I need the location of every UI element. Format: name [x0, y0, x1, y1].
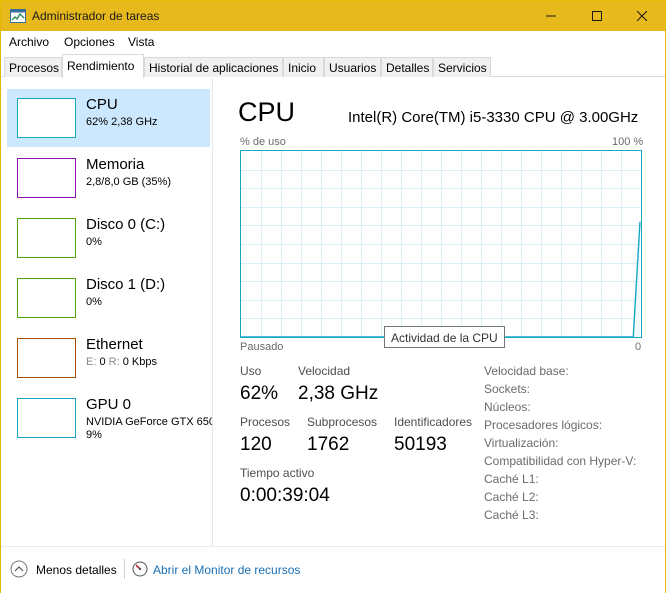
resource-monitor-icon: [132, 561, 148, 577]
menu-archivo[interactable]: Archivo: [9, 35, 49, 49]
menu-opciones[interactable]: Opciones: [64, 35, 115, 49]
resource-list: CPU 62% 2,38 GHz Memoria 2,8/8,0 GB (35%…: [1, 78, 213, 546]
divider: [124, 559, 125, 579]
stat-uso-label: Uso: [240, 364, 262, 378]
sidebar-item-value: 0%: [86, 296, 102, 308]
spec-cache-l2: Caché L2:: [484, 490, 539, 504]
sidebar-item-value: 2,8/8,0 GB (35%): [86, 176, 171, 188]
cpu-model: Intel(R) Core(TM) i5-3330 CPU @ 3.00GHz: [348, 109, 639, 126]
tab-servicios[interactable]: Servicios: [433, 57, 491, 77]
window-title: Administrador de tareas: [32, 9, 160, 23]
stat-procesos-label: Procesos: [240, 415, 291, 429]
stat-uso-value: 62%: [240, 383, 279, 404]
resource-monitor-label: Abrir el Monitor de recursos: [153, 563, 301, 577]
chevron-up-icon: [10, 560, 28, 578]
sidebar-item-disco-1[interactable]: Disco 1 (D:) 0%: [7, 269, 210, 327]
ethernet-thumbnail: [17, 338, 76, 378]
sidebar-item-label: Disco 0 (C:): [86, 216, 166, 233]
sidebar-item-cpu[interactable]: CPU 62% 2,38 GHz: [7, 89, 210, 147]
spec-cache-l1: Caché L1:: [484, 472, 539, 486]
resource-monitor-link[interactable]: Abrir el Monitor de recursos: [132, 559, 312, 581]
usage-line: [241, 221, 641, 338]
minimize-button[interactable]: [528, 1, 574, 31]
maximize-button[interactable]: [574, 1, 620, 31]
ethernet-send-label: E:: [86, 356, 97, 368]
sidebar-item-gpu-0[interactable]: GPU 0 NVIDIA GeForce GTX 650 9%: [7, 389, 213, 447]
task-manager-icon: [10, 9, 26, 23]
menu-vista[interactable]: Vista: [128, 35, 154, 49]
footer-bar: Menos detalles Abrir el Monitor de recur…: [1, 546, 665, 593]
stat-subprocesos-value: 1762: [307, 434, 350, 455]
sidebar-item-label: CPU: [86, 96, 118, 113]
fewer-details-button[interactable]: Menos detalles: [10, 559, 120, 581]
tab-historial[interactable]: Historial de aplicaciones: [144, 57, 283, 77]
sidebar-item-value: E: 0 R: 0 Kbps: [86, 356, 157, 368]
spec-nucleos: Núcleos:: [484, 400, 531, 414]
sidebar-item-memoria[interactable]: Memoria 2,8/8,0 GB (35%): [7, 149, 210, 207]
sidebar-item-value: NVIDIA GeForce GTX 650: [86, 416, 213, 428]
spec-procesadores-logicos: Procesadores lógicos:: [484, 418, 603, 432]
spec-sockets: Sockets:: [484, 382, 531, 396]
tab-strip: Procesos Rendimiento Historial de aplica…: [1, 53, 665, 78]
tab-rendimiento[interactable]: Rendimiento: [62, 54, 144, 78]
sidebar-item-label: Ethernet: [86, 336, 143, 353]
stat-subprocesos-label: Subprocesos: [307, 415, 378, 429]
tab-detalles[interactable]: Detalles: [381, 57, 433, 77]
disk1-thumbnail: [17, 278, 76, 318]
cpu-usage-plot: [241, 151, 641, 338]
ethernet-send-value: 0: [99, 356, 106, 368]
cpu-usage-graph[interactable]: [240, 150, 642, 338]
cpu-thumbnail: [17, 98, 76, 138]
spec-virtualizacion: Virtualización:: [484, 436, 559, 450]
maximize-icon: [592, 11, 602, 21]
graph-bottom-right: 0: [635, 341, 642, 353]
spec-velocidad-base: Velocidad base:: [484, 364, 569, 378]
disk0-thumbnail: [17, 218, 76, 258]
sidebar-item-disco-0[interactable]: Disco 0 (C:) 0%: [7, 209, 210, 267]
memory-thumbnail: [17, 158, 76, 198]
sidebar-item-label: Memoria: [86, 156, 145, 173]
menu-bar: Archivo Opciones Vista: [1, 31, 665, 53]
ethernet-recv-label: R:: [108, 356, 120, 368]
stat-identificadores-label: Identificadores: [394, 415, 473, 429]
tab-usuarios[interactable]: Usuarios: [324, 57, 381, 77]
graph-label-left: % de uso: [240, 136, 286, 148]
graph-tooltip: Actividad de la CPU: [384, 326, 505, 348]
fewer-details-label: Menos detalles: [36, 563, 117, 577]
stat-procesos-value: 120: [240, 434, 272, 455]
spec-hyper-v: Compatibilidad con Hyper-V:: [484, 454, 637, 468]
stat-velocidad-value: 2,38 GHz: [298, 383, 379, 404]
close-icon: [637, 11, 647, 21]
sidebar-item-value: 62% 2,38 GHz: [86, 116, 158, 128]
tab-procesos[interactable]: Procesos: [4, 57, 62, 77]
gpu-thumbnail: [17, 398, 76, 438]
sidebar-item-ethernet[interactable]: Ethernet E: 0 R: 0 Kbps: [7, 329, 210, 387]
sidebar-item-value-2: 9%: [86, 429, 102, 441]
sidebar-item-value: 0%: [86, 236, 102, 248]
sidebar-item-label: GPU 0: [86, 396, 132, 413]
page-title: CPU: [238, 97, 296, 127]
graph-label-right: 100 %: [612, 136, 644, 148]
task-manager-window: Administrador de tareas Archivo Opciones…: [0, 0, 666, 593]
spec-cache-l3: Caché L3:: [484, 508, 539, 522]
usage-area: [241, 221, 640, 337]
sidebar-item-label: Disco 1 (D:): [86, 276, 166, 293]
tab-inicio[interactable]: Inicio: [283, 57, 324, 77]
ethernet-recv-value: 0 Kbps: [122, 356, 157, 368]
title-bar[interactable]: Administrador de tareas: [1, 1, 665, 31]
stat-identificadores-value: 50193: [394, 434, 447, 455]
stat-tiempo-label: Tiempo activo: [240, 466, 315, 480]
stat-tiempo-value: 0:00:39:04: [240, 485, 330, 506]
stat-velocidad-label: Velocidad: [298, 364, 351, 378]
graph-bottom-left: Pausado: [240, 341, 284, 353]
close-button[interactable]: [619, 1, 665, 31]
minimize-icon: [546, 15, 556, 17]
